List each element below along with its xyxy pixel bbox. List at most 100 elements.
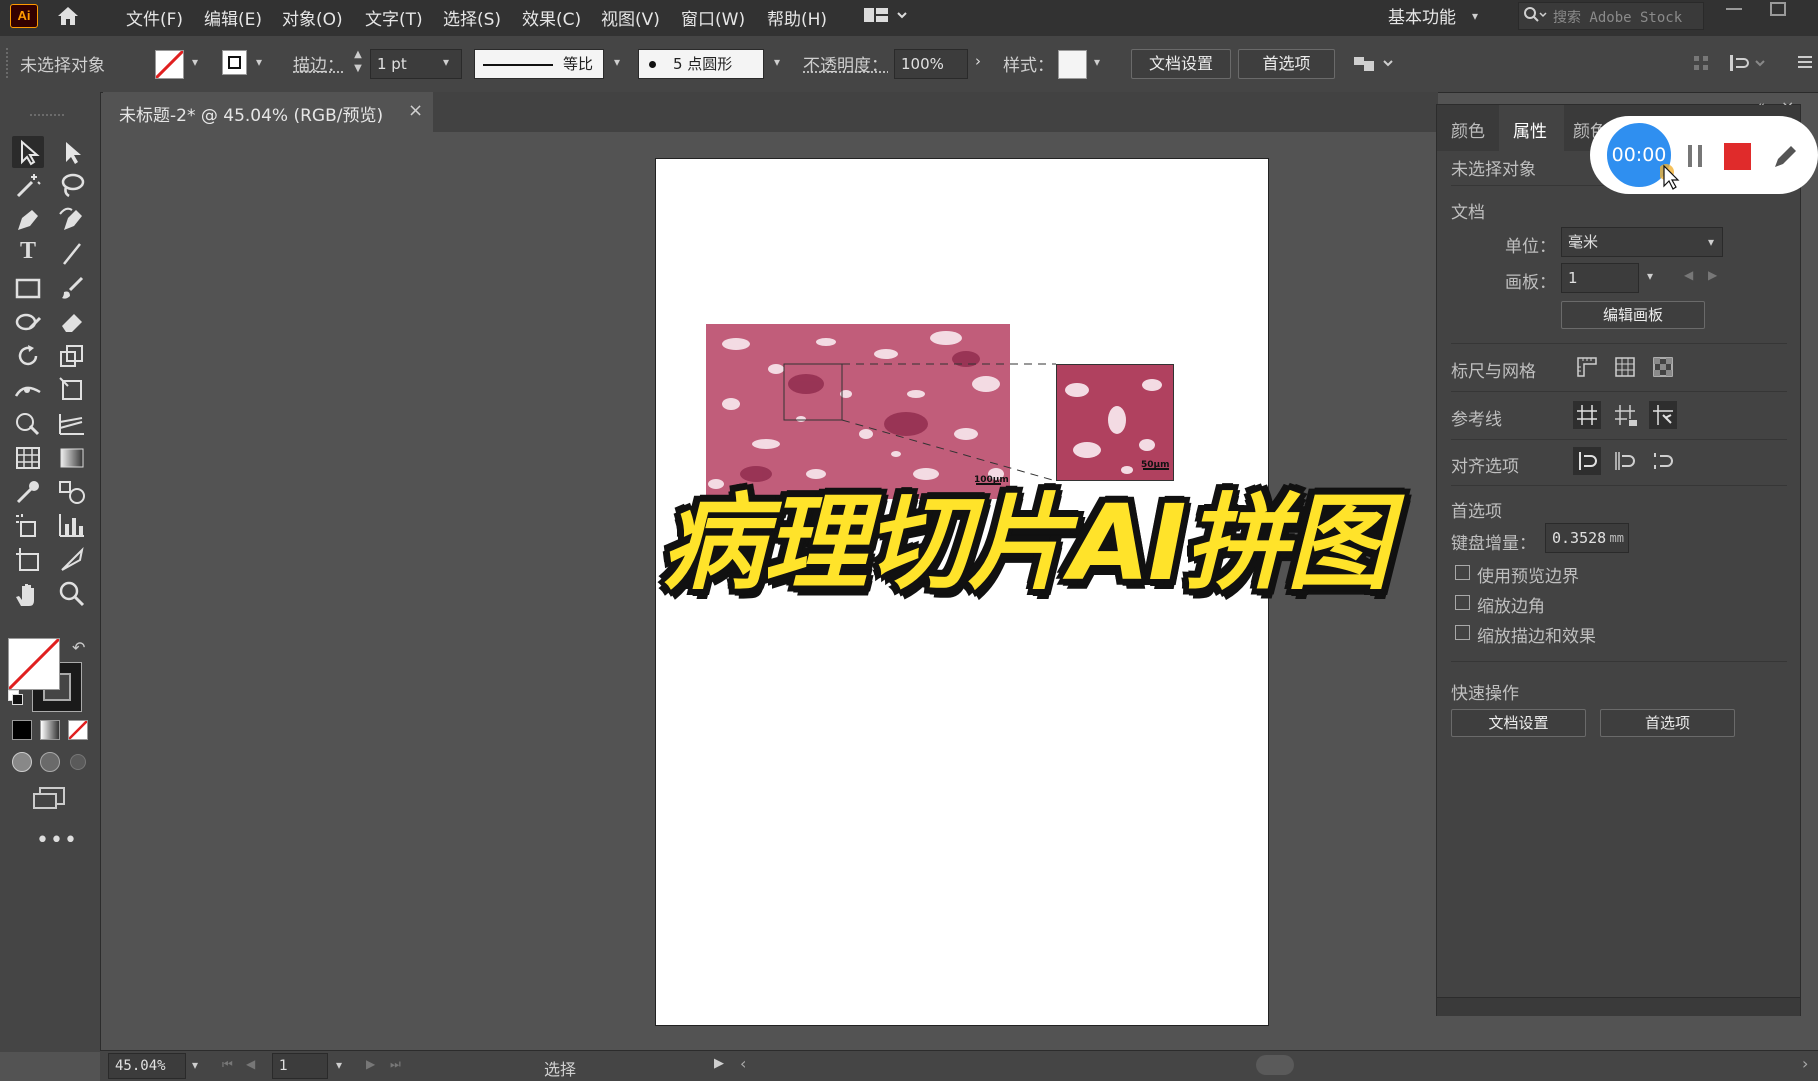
shape-builder-icon[interactable] (12, 408, 44, 440)
zoom-dropdown-icon[interactable]: ▾ (192, 1058, 198, 1072)
qa-preferences-button[interactable]: 首选项 (1600, 709, 1735, 737)
stroke-dropdown-icon[interactable]: ▾ (256, 55, 262, 69)
gradient-tool-icon[interactable] (56, 442, 88, 474)
tab-properties[interactable]: 属性 (1513, 117, 1547, 142)
home-icon[interactable] (55, 4, 81, 28)
blend-tool-icon[interactable] (56, 476, 88, 508)
lasso-icon[interactable] (56, 170, 88, 202)
menu-window[interactable]: 窗口(W) (681, 5, 745, 30)
close-icon[interactable]: × (408, 100, 423, 121)
transform-icon[interactable] (1692, 54, 1710, 76)
stop-icon[interactable] (1724, 143, 1751, 170)
shaper-tool-icon[interactable] (12, 306, 44, 338)
scroll-left-icon[interactable]: ‹ (740, 1054, 746, 1073)
document-tab[interactable]: 未标题-2* @ 45.04% (RGB/预览) × (103, 92, 433, 132)
units-select[interactable]: 毫米 ▾ (1561, 227, 1723, 257)
scale-strokes-effects-checkbox[interactable] (1455, 625, 1470, 640)
align-icon[interactable] (1352, 53, 1396, 77)
gradient-mode-icon[interactable] (40, 720, 60, 740)
arrange-documents-icon[interactable] (864, 6, 908, 30)
variable-width-profile[interactable]: 等比 (474, 49, 604, 79)
width-tool-icon[interactable] (12, 374, 44, 406)
transparency-grid-icon[interactable] (1651, 355, 1675, 383)
preferences-button[interactable]: 首选项 (1238, 49, 1335, 79)
swap-colors-icon[interactable]: ↶ (72, 638, 85, 657)
column-graph-icon[interactable] (56, 510, 88, 542)
previous-artboard-icon[interactable]: ◀ (246, 1057, 255, 1071)
zoom-level-input[interactable]: 45.04% (108, 1053, 186, 1079)
chevron-down-icon[interactable]: ▾ (1472, 9, 1478, 23)
grip-handle[interactable] (6, 48, 12, 78)
draw-inside-icon[interactable] (70, 754, 86, 770)
menu-file[interactable]: 文件(F) (126, 5, 183, 30)
workspace-switcher[interactable]: 基本功能 (1388, 3, 1456, 28)
perspective-grid-icon[interactable] (56, 408, 88, 440)
tab-color[interactable]: 颜色 (1451, 117, 1485, 142)
grid-icon[interactable] (1613, 355, 1637, 383)
last-artboard-icon[interactable]: ⏭ (390, 1057, 401, 1072)
style-dropdown-icon[interactable]: ▾ (1094, 55, 1100, 69)
menu-effect[interactable]: 效果(C) (522, 5, 581, 30)
artboard-navigation-input[interactable]: 1 (272, 1053, 328, 1079)
zoom-tool-icon[interactable] (56, 578, 88, 610)
minimize-icon[interactable] (1726, 8, 1742, 10)
pen-tool-icon[interactable] (12, 204, 44, 236)
magic-wand-icon[interactable] (12, 170, 44, 202)
draw-normal-icon[interactable] (12, 752, 32, 772)
stroke-weight-dropdown-icon[interactable]: ▾ (443, 55, 449, 69)
draw-behind-icon[interactable] (40, 752, 60, 772)
panel-menu-icon[interactable] (1798, 56, 1812, 68)
menu-object[interactable]: 对象(O) (282, 5, 343, 30)
more-tools-icon[interactable]: ••• (36, 828, 78, 853)
opacity-input[interactable]: 100% (894, 49, 968, 79)
pen-annotate-icon[interactable] (1770, 142, 1800, 176)
next-artboard-icon[interactable]: ▶ (366, 1057, 375, 1071)
lock-guides-icon[interactable] (1611, 401, 1639, 433)
rulers-icon[interactable] (1575, 355, 1599, 383)
snap-to-pixel-icon[interactable] (1611, 447, 1639, 479)
scale-tool-icon[interactable] (56, 340, 88, 372)
default-colors-icon[interactable] (8, 690, 22, 704)
paintbrush-tool-icon[interactable] (56, 272, 88, 304)
curvature-tool-icon[interactable] (56, 204, 88, 236)
scale-corners-checkbox[interactable] (1455, 595, 1470, 610)
panel-resize-handle[interactable] (1437, 997, 1800, 1016)
menu-help[interactable]: 帮助(H) (767, 5, 827, 30)
use-preview-bounds-checkbox[interactable] (1455, 565, 1470, 580)
slice-tool-icon[interactable] (56, 544, 88, 576)
stock-search-input[interactable]: 搜索 Adobe Stock (1518, 2, 1704, 30)
screen-mode-icon[interactable] (32, 786, 66, 816)
opacity-label[interactable]: 不透明度： (803, 51, 888, 76)
previous-artboard-icon[interactable]: ◀ (1684, 268, 1693, 282)
none-mode-icon[interactable] (68, 720, 88, 740)
menu-type[interactable]: 文字(T) (365, 5, 423, 30)
selection-tool-icon[interactable] (12, 136, 44, 168)
brush-definition[interactable]: 5 点圆形 (638, 49, 764, 79)
symbol-sprayer-icon[interactable] (12, 510, 44, 542)
restore-icon[interactable] (1770, 2, 1786, 16)
artboard-number-input[interactable]: 1 (1561, 263, 1639, 293)
snap-to-point-icon[interactable] (1573, 447, 1601, 475)
snap-icon[interactable] (1728, 53, 1768, 77)
free-transform-icon[interactable] (56, 374, 88, 406)
fill-swatch-large[interactable] (8, 638, 60, 690)
pause-icon[interactable] (1688, 145, 1692, 167)
artboard-nav-dropdown-icon[interactable]: ▾ (336, 1058, 342, 1072)
hand-tool-icon[interactable] (12, 578, 44, 610)
mesh-tool-icon[interactable] (12, 442, 44, 474)
stroke-swatch[interactable] (222, 50, 247, 75)
rectangle-tool-icon[interactable] (12, 272, 44, 304)
profile-dropdown-icon[interactable]: ▾ (614, 55, 620, 69)
color-mode-icon[interactable] (12, 720, 32, 740)
toolbar-grip[interactable] (30, 114, 64, 116)
qa-document-setup-button[interactable]: 文档设置 (1451, 709, 1586, 737)
scroll-right-icon[interactable]: › (1802, 1054, 1808, 1073)
status-menu-icon[interactable]: ▶ (714, 1056, 724, 1071)
line-segment-tool-icon[interactable] (56, 238, 88, 270)
snap-to-glyph-icon[interactable] (1649, 447, 1677, 479)
first-artboard-icon[interactable]: ⏮ (222, 1057, 233, 1072)
type-tool-icon[interactable]: T (12, 238, 44, 270)
horizontal-scrollbar-thumb[interactable] (1256, 1055, 1294, 1075)
eyedropper-icon[interactable] (12, 476, 44, 508)
menu-view[interactable]: 视图(V) (601, 5, 660, 30)
